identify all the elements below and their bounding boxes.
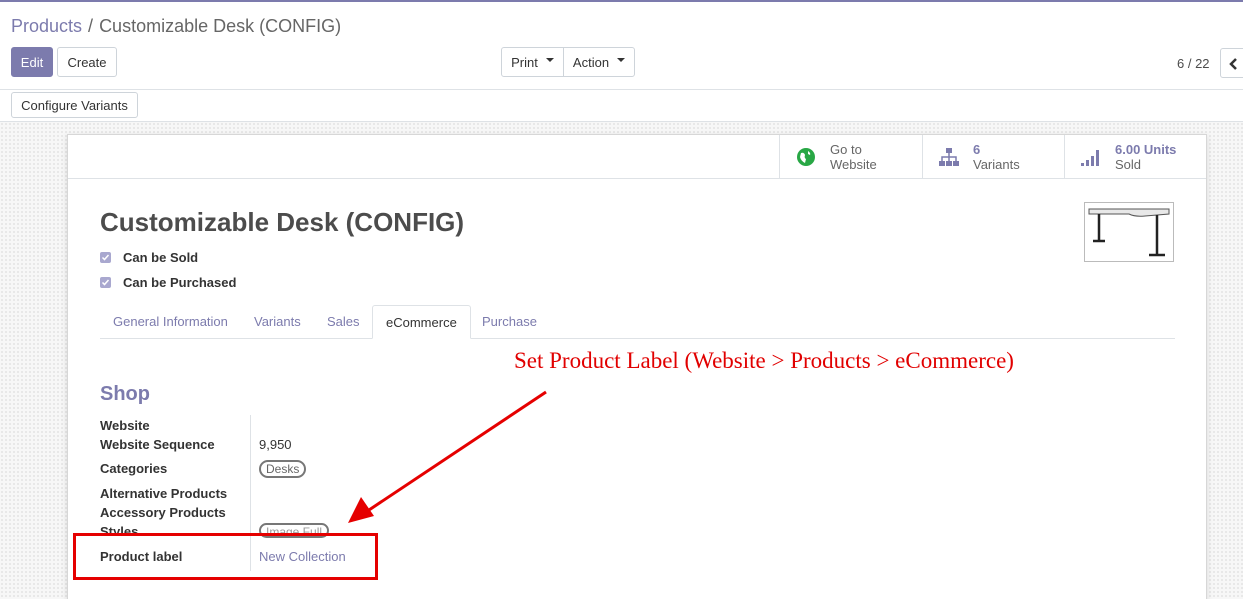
can-be-sold-label: Can be Sold: [123, 250, 199, 265]
sold-label: Sold: [1115, 157, 1142, 172]
product-title: Customizable Desk (CONFIG): [100, 207, 465, 237]
accessory-products-label: Accessory Products: [100, 505, 226, 520]
website-field-label: Website: [100, 418, 150, 433]
variants-label: Variants: [973, 157, 1020, 172]
breadcrumb: Products / Customizable Desk (CONFIG): [11, 16, 341, 37]
notebook-tabs: General Information Variants Sales eComm…: [100, 305, 1175, 339]
go-to-label: Go to: [830, 142, 862, 157]
can-be-sold-checkbox[interactable]: [100, 252, 111, 263]
edit-button[interactable]: Edit: [11, 47, 53, 77]
variants-smart-button[interactable]: 6 Variants: [922, 135, 1065, 179]
print-label: Print: [511, 54, 538, 70]
tab-ecommerce[interactable]: eCommerce: [372, 305, 471, 339]
caret-down-icon: [617, 58, 626, 62]
website-sequence-value: 9,950: [259, 437, 292, 452]
annotation-highlight-box: [73, 533, 378, 580]
breadcrumb-current: Customizable Desk (CONFIG): [99, 16, 342, 36]
sitemap-icon: [923, 147, 963, 167]
category-tag-desks[interactable]: Desks: [259, 460, 307, 478]
can-be-purchased-checkbox[interactable]: [100, 277, 111, 288]
categories-label: Categories: [100, 461, 168, 476]
tab-sales[interactable]: Sales: [314, 305, 373, 339]
pager-previous-button[interactable]: [1220, 48, 1243, 78]
secondary-toolbar: [0, 89, 1243, 90]
website-sequence-label: Website Sequence: [100, 437, 215, 452]
action-label: Action: [572, 54, 610, 70]
variants-count: 6: [973, 142, 981, 157]
smart-button-box: Go to Website 6 Variants 6.00 Units Sold: [68, 135, 1206, 179]
action-dropdown-button[interactable]: Action: [563, 47, 635, 77]
control-panel: Products / Customizable Desk (CONFIG) Edit…: [0, 2, 1243, 122]
create-button[interactable]: Create: [57, 47, 117, 77]
signal-icon: [1065, 147, 1105, 167]
globe-icon: [780, 147, 820, 167]
print-dropdown-button[interactable]: Print: [501, 47, 564, 77]
shop-section-title: Shop: [100, 383, 150, 405]
caret-down-icon: [545, 58, 554, 62]
breadcrumb-products-link[interactable]: Products: [11, 16, 82, 36]
tab-variants[interactable]: Variants: [241, 305, 314, 339]
configure-variants-button[interactable]: Configure Variants: [11, 92, 138, 118]
go-to-website-button[interactable]: Go to Website: [779, 135, 922, 179]
can-be-sold-row: Can be Sold: [100, 250, 198, 265]
tab-general-information[interactable]: General Information: [100, 305, 241, 339]
alternative-products-label: Alternative Products: [100, 486, 228, 501]
annotation-text: Set Product Label (Website > Products > …: [514, 348, 1014, 373]
chevron-left-icon: [1229, 58, 1237, 70]
units-sold-smart-button[interactable]: 6.00 Units Sold: [1064, 135, 1207, 179]
breadcrumb-separator: /: [88, 16, 94, 36]
product-image[interactable]: [1084, 202, 1174, 262]
tab-purchase[interactable]: Purchase: [469, 305, 550, 339]
pager-value[interactable]: 6 / 22: [1177, 56, 1210, 71]
units-sold-value: 6.00 Units: [1115, 142, 1177, 157]
website-label: Website: [830, 157, 877, 172]
desk-icon: [1088, 208, 1170, 257]
can-be-purchased-label: Can be Purchased: [123, 275, 237, 290]
can-be-purchased-row: Can be Purchased: [100, 275, 236, 290]
